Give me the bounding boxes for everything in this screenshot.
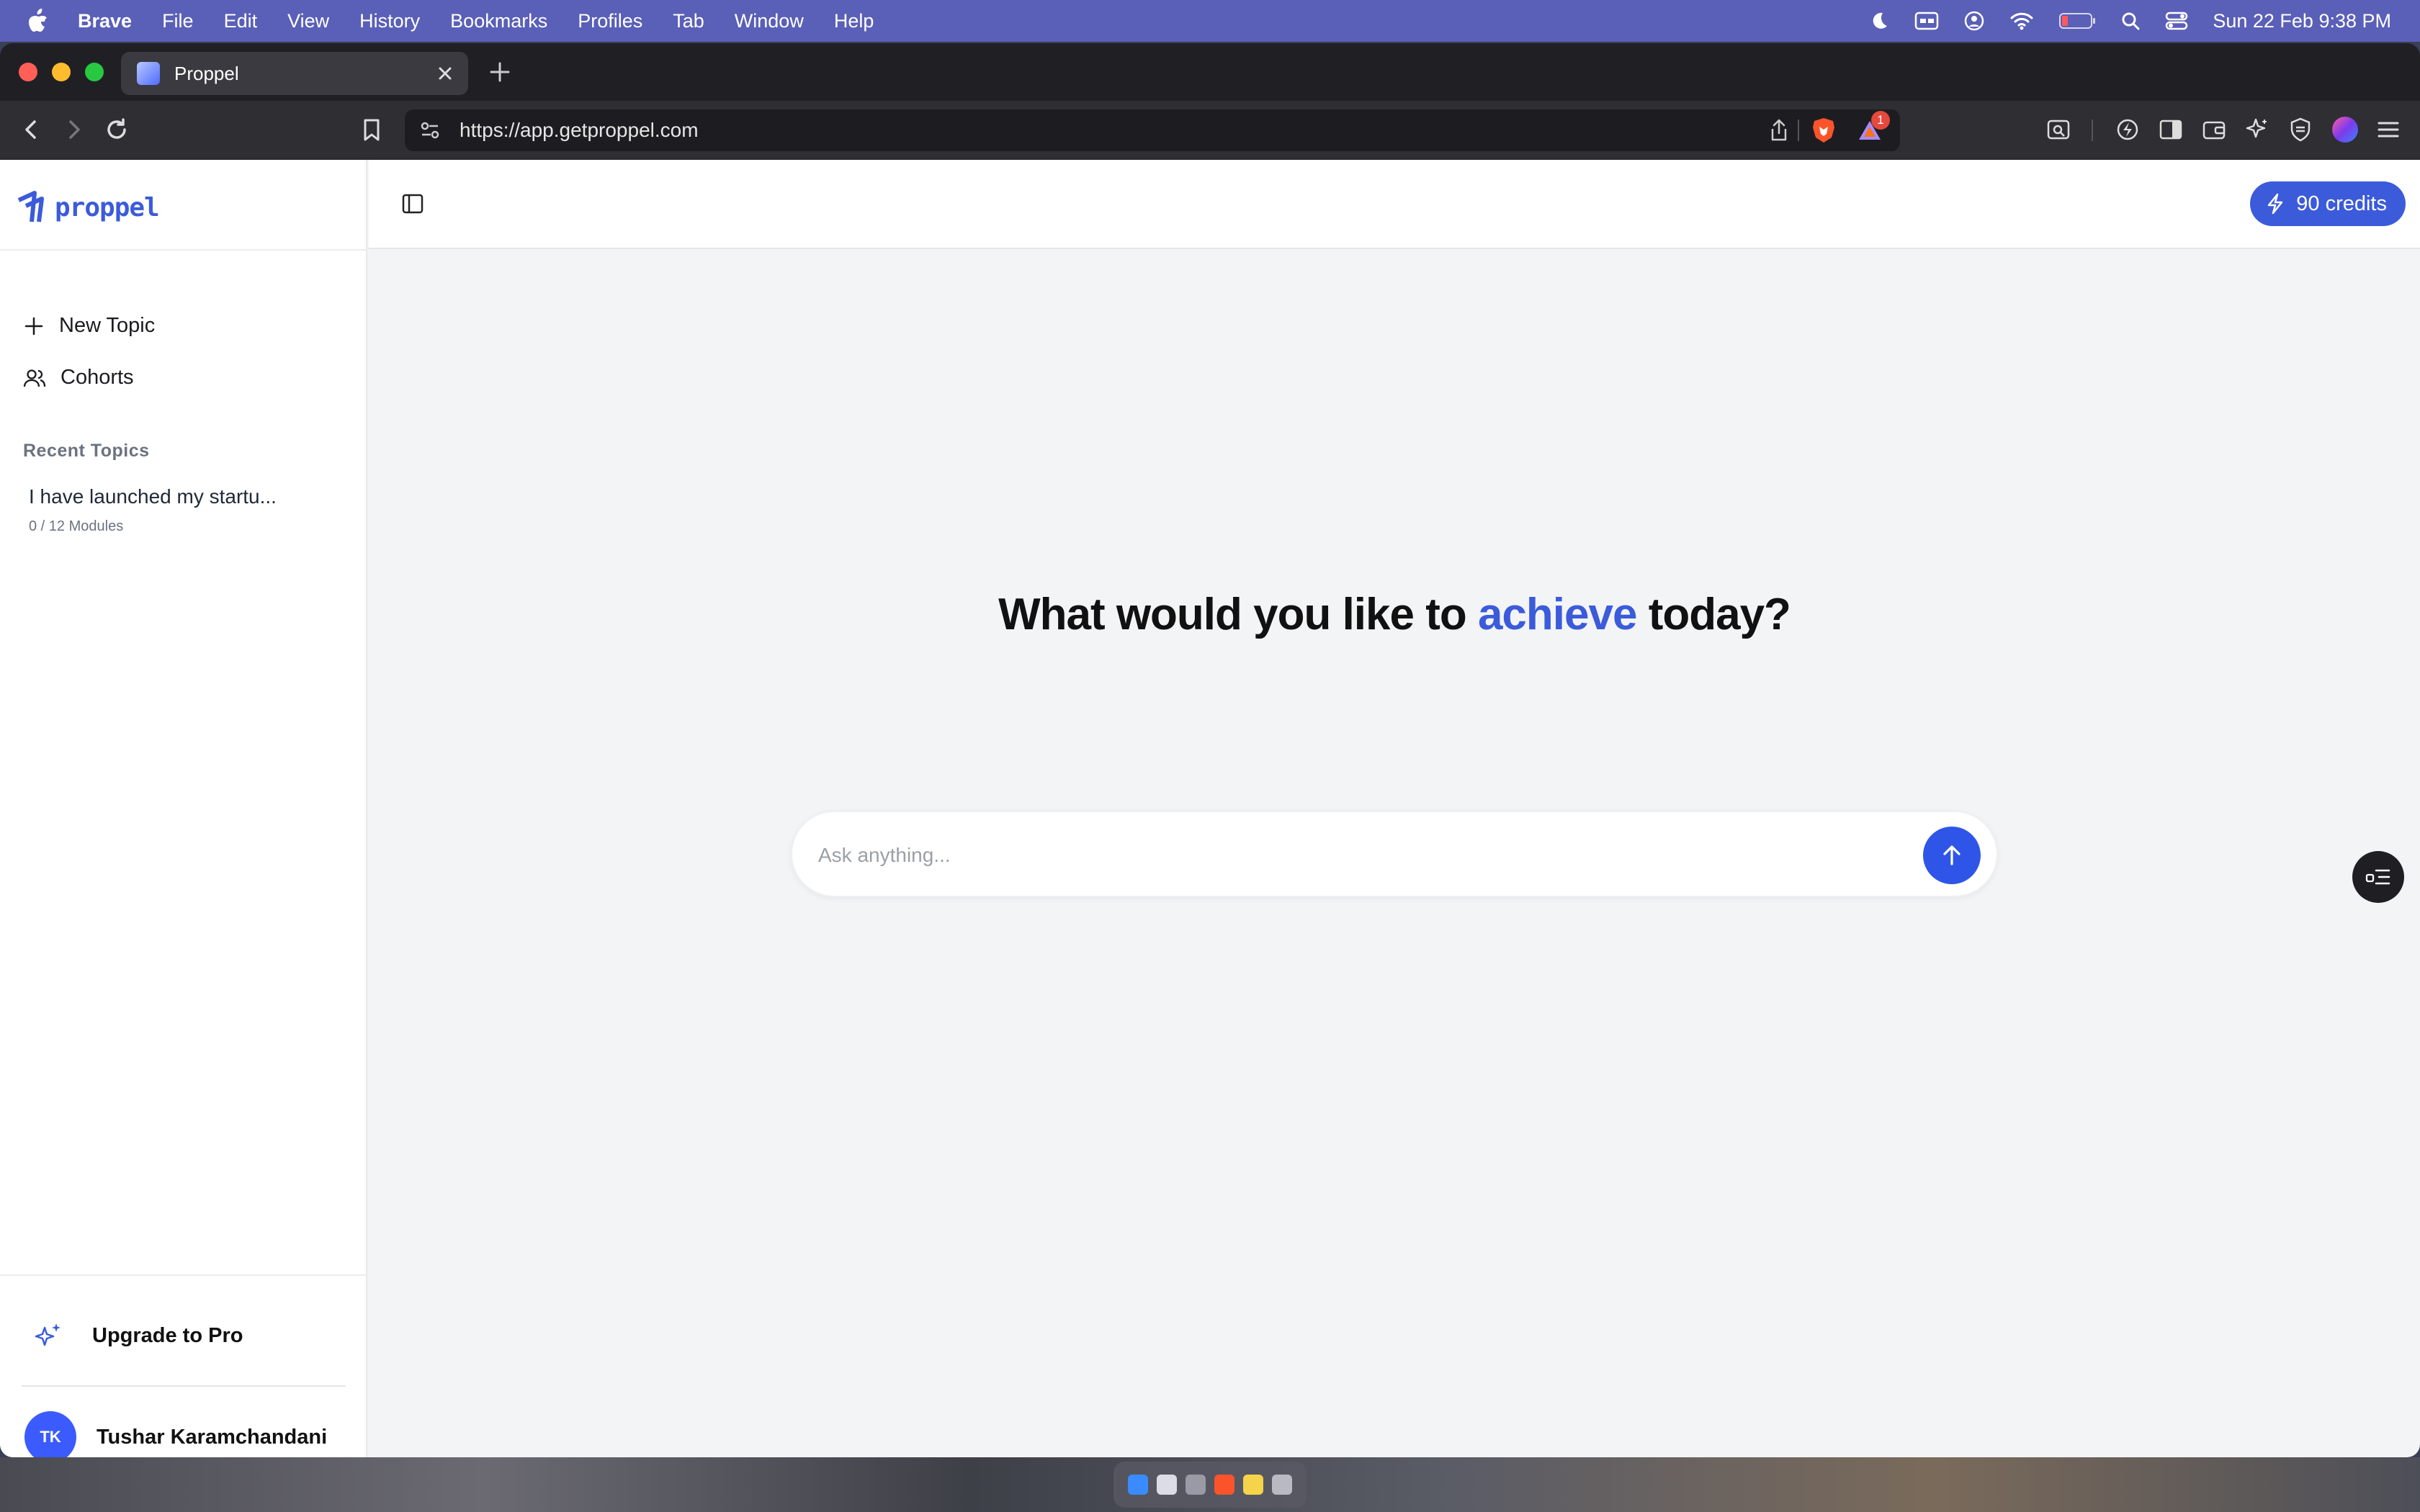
sparkles-icon xyxy=(35,1323,60,1346)
apple-menu-icon[interactable] xyxy=(27,8,53,34)
ask-box xyxy=(791,811,1998,897)
users-icon xyxy=(23,369,46,387)
menu-history[interactable]: History xyxy=(359,10,420,32)
caption-icon[interactable] xyxy=(1914,12,1939,30)
new-topic-label: New Topic xyxy=(59,314,156,337)
wifi-icon[interactable] xyxy=(2009,12,2034,30)
top-bar: 90 credits xyxy=(369,160,2420,249)
headline-part-2: today? xyxy=(1636,590,1791,639)
dock xyxy=(1113,1462,1307,1508)
brave-shields-icon[interactable] xyxy=(1811,117,1837,144)
moon-icon[interactable] xyxy=(1868,10,1890,32)
brave-dock-icon[interactable] xyxy=(1214,1475,1234,1495)
user-divider xyxy=(22,1385,346,1387)
main-headline: What would you like to achieve today? xyxy=(369,589,2420,640)
ask-input[interactable] xyxy=(818,834,1884,877)
avatar: TK xyxy=(24,1411,76,1457)
arrow-up-icon xyxy=(1943,845,1960,865)
launchpad-icon[interactable] xyxy=(1157,1475,1177,1495)
new-topic-button[interactable]: New Topic xyxy=(23,314,155,338)
browser-toolbar: https://app.getproppel.com 1 xyxy=(0,101,2420,158)
minimize-window-button[interactable] xyxy=(52,63,71,81)
headline-part-1: What would you like to xyxy=(998,590,1478,639)
sparkle-ai-icon[interactable] xyxy=(2244,117,2270,143)
tab-title: Proppel xyxy=(174,62,239,84)
address-bar[interactable]: https://app.getproppel.com 1 xyxy=(405,109,1900,151)
system-settings-icon[interactable] xyxy=(1186,1475,1206,1495)
cohorts-label: Cohorts xyxy=(60,366,134,389)
user-account-icon[interactable] xyxy=(1963,10,1985,32)
url-divider xyxy=(1798,120,1799,141)
floating-tasks-button[interactable] xyxy=(2352,851,2404,903)
recent-topic-item[interactable]: I have launched my startu... 0 / 12 Modu… xyxy=(29,485,346,535)
sidebar-divider xyxy=(0,249,367,251)
tab-close-icon[interactable] xyxy=(434,62,457,85)
user-profile[interactable]: TK Tushar Karamchandani xyxy=(24,1411,327,1457)
credits-label: 90 credits xyxy=(2296,192,2387,215)
forward-icon[interactable] xyxy=(60,117,86,143)
recent-topic-title: I have launched my startu... xyxy=(29,485,277,508)
browser-tab[interactable]: Proppel xyxy=(121,52,468,95)
speedreader-icon[interactable] xyxy=(2115,117,2141,143)
headline-accent: achieve xyxy=(1477,590,1638,639)
sidebar-toggle-icon[interactable] xyxy=(2158,117,2184,143)
app-viewport: proppel New Topic Cohorts Recent Topics … xyxy=(0,160,2420,1457)
menu-bookmarks[interactable]: Bookmarks xyxy=(450,10,547,32)
sidebar: proppel New Topic Cohorts Recent Topics … xyxy=(0,160,367,1457)
browser-window: Proppel https://app.getproppel.com 1 pro… xyxy=(0,43,2420,1457)
proppel-logo-icon xyxy=(17,191,44,222)
menu-view[interactable]: View xyxy=(287,10,329,32)
menu-help[interactable]: Help xyxy=(834,10,874,32)
plus-icon xyxy=(24,317,43,335)
recent-topics-heading: Recent Topics xyxy=(23,441,150,461)
control-center-icon[interactable] xyxy=(2165,11,2188,31)
reload-icon[interactable] xyxy=(104,117,130,143)
wallet-icon[interactable] xyxy=(2201,117,2227,143)
menu-app-name[interactable]: Brave xyxy=(78,10,132,32)
send-button[interactable] xyxy=(1923,827,1981,884)
trash-icon[interactable] xyxy=(1272,1475,1292,1495)
proppel-logo[interactable]: proppel xyxy=(16,190,160,225)
vpn-shield-icon[interactable] xyxy=(2287,117,2313,143)
close-window-button[interactable] xyxy=(19,63,37,81)
maximize-window-button[interactable] xyxy=(85,63,104,81)
lightning-icon xyxy=(2268,193,2283,215)
sidebar-bottom-divider xyxy=(0,1274,367,1276)
menu-profiles[interactable]: Profiles xyxy=(578,10,642,32)
menubar-datetime[interactable]: Sun 22 Feb 9:38 PM xyxy=(2213,10,2391,32)
notes-icon[interactable] xyxy=(1243,1475,1263,1495)
logo-text: proppel xyxy=(55,192,160,222)
menu-tab[interactable]: Tab xyxy=(673,10,704,32)
tab-favicon-icon xyxy=(137,62,160,85)
sidebar-collapse-icon[interactable] xyxy=(400,192,425,216)
leo-ai-icon[interactable] xyxy=(2045,117,2071,143)
menu-edit[interactable]: Edit xyxy=(224,10,258,32)
bookmark-icon[interactable] xyxy=(359,117,385,143)
task-list-icon xyxy=(2365,869,2390,885)
spotlight-search-icon[interactable] xyxy=(2120,11,2141,31)
hamburger-menu-icon[interactable] xyxy=(2375,117,2401,143)
credits-button[interactable]: 90 credits xyxy=(2250,181,2406,226)
finder-icon[interactable] xyxy=(1128,1475,1148,1495)
back-icon[interactable] xyxy=(19,117,45,143)
upgrade-label: Upgrade to Pro xyxy=(92,1323,243,1347)
user-name: Tushar Karamchandani xyxy=(97,1425,328,1449)
new-tab-icon[interactable] xyxy=(487,59,513,85)
tab-bar: Proppel xyxy=(0,43,2420,101)
battery-icon[interactable] xyxy=(2058,12,2096,30)
toolbar-divider xyxy=(2092,120,2093,141)
site-settings-icon[interactable] xyxy=(418,118,442,143)
upgrade-to-pro-button[interactable]: Upgrade to Pro xyxy=(33,1320,243,1351)
menu-file[interactable]: File xyxy=(162,10,194,32)
menu-window[interactable]: Window xyxy=(735,10,804,32)
macos-menu-bar: Brave File Edit View History Bookmarks P… xyxy=(0,0,2420,42)
share-icon[interactable] xyxy=(1767,118,1791,143)
cohorts-nav-item[interactable]: Cohorts xyxy=(23,366,134,390)
url-text[interactable]: https://app.getproppel.com xyxy=(460,119,699,142)
recent-topic-progress: 0 / 12 Modules xyxy=(29,518,124,534)
rewards-notification-badge: 1 xyxy=(1871,111,1890,130)
profile-avatar-icon[interactable] xyxy=(2332,117,2358,143)
